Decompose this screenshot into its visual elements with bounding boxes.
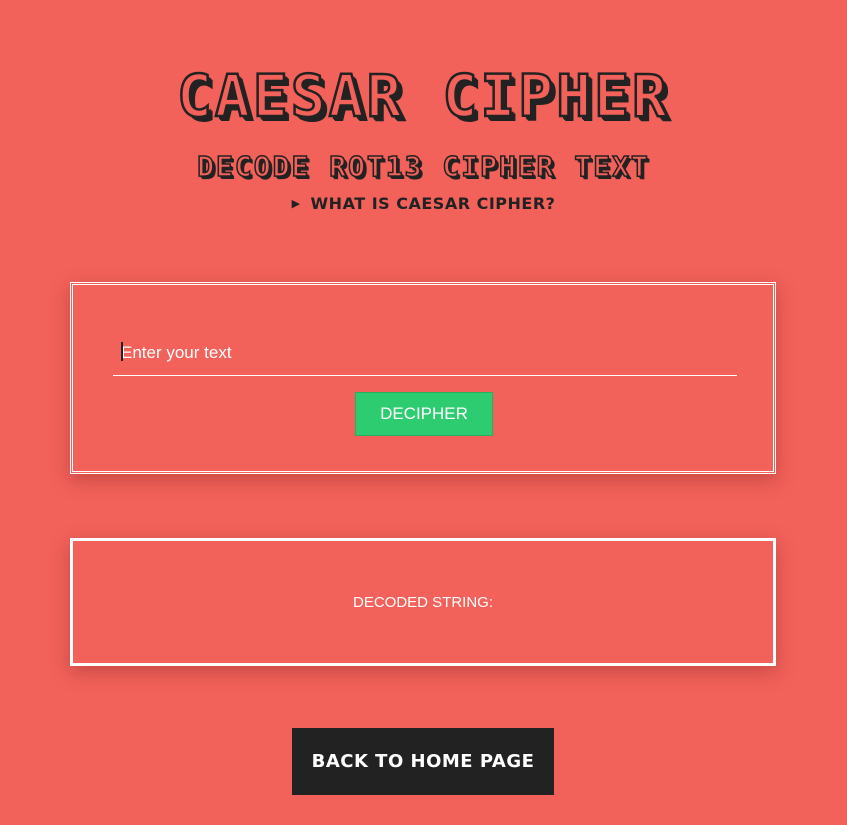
- decipher-button[interactable]: DECIPHER: [355, 392, 493, 436]
- what-is-caesar-label: WHAT IS CAESAR CIPHER?: [310, 194, 556, 213]
- text-input[interactable]: [113, 330, 737, 376]
- page-title: CAESAR CIPHER: [176, 61, 670, 130]
- output-card: DECODED STRING:: [70, 538, 776, 666]
- decoded-string-label: DECODED STRING:: [352, 594, 493, 611]
- back-to-home-button[interactable]: BACK TO HOME PAGE: [292, 728, 554, 795]
- triangle-right-icon: ▶: [291, 197, 301, 210]
- text-cursor: [121, 342, 123, 361]
- page-subtitle: DECODE ROT13 CIPHER TEXT: [196, 150, 650, 184]
- input-card: DECIPHER: [70, 282, 776, 474]
- what-is-caesar-toggle[interactable]: ▶ WHAT IS CAESAR CIPHER?: [0, 194, 847, 213]
